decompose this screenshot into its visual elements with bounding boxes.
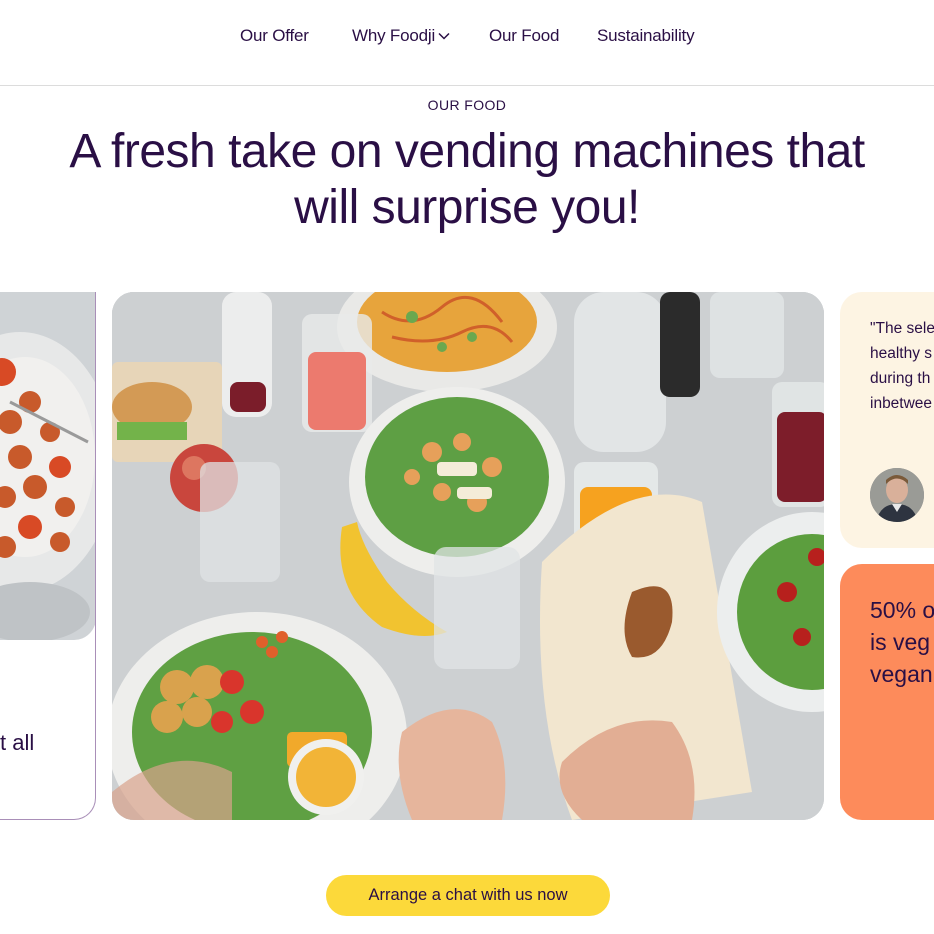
- arrange-chat-button[interactable]: Arrange a chat with us now: [326, 875, 610, 916]
- quote-line: "The sele: [870, 320, 934, 337]
- left-card-text: t all: [0, 730, 35, 755]
- top-navigation: Our Offer Why Foodji Our Food Sustainabi…: [0, 0, 934, 86]
- pasta-dish-photo: [0, 292, 95, 640]
- page-title: A fresh take on vending machines that wi…: [20, 124, 914, 236]
- table-of-fresh-meals-photo: [112, 292, 824, 820]
- quote-line: during th: [870, 370, 931, 387]
- testimonial-quote: "The sele healthy s during th inbetwee: [870, 316, 934, 416]
- stat-line: is veg: [870, 629, 931, 655]
- chevron-down-icon: [438, 32, 450, 40]
- stat-card[interactable]: 50% o is veg vegan: [840, 564, 934, 820]
- section-eyebrow: OUR FOOD: [427, 97, 507, 113]
- testimonial-card[interactable]: "The sele healthy s during th inbetwee: [840, 292, 934, 548]
- page: Our Offer Why Foodji Our Food Sustainabi…: [0, 0, 934, 934]
- quote-line: inbetwee: [870, 395, 933, 412]
- nav-sustainability[interactable]: Sustainability: [597, 26, 695, 46]
- avatar: [870, 468, 924, 522]
- page-title-line-2: will surprise you!: [294, 181, 640, 234]
- nav-our-food[interactable]: Our Food: [489, 26, 559, 46]
- carousel-card-main[interactable]: [112, 292, 824, 820]
- carousel-card-left[interactable]: t all: [0, 292, 96, 820]
- nav-why-foodji[interactable]: Why Foodji: [352, 26, 450, 46]
- stat-line: 50% o: [870, 597, 934, 623]
- quote-line: healthy s: [870, 345, 933, 362]
- nav-our-offer[interactable]: Our Offer: [240, 26, 309, 46]
- stat-line: vegan: [870, 661, 933, 687]
- nav-why-foodji-label: Why Foodji: [352, 26, 436, 45]
- page-title-line-1: A fresh take on vending machines that: [69, 125, 865, 178]
- stat-text: 50% o is veg vegan: [870, 594, 934, 690]
